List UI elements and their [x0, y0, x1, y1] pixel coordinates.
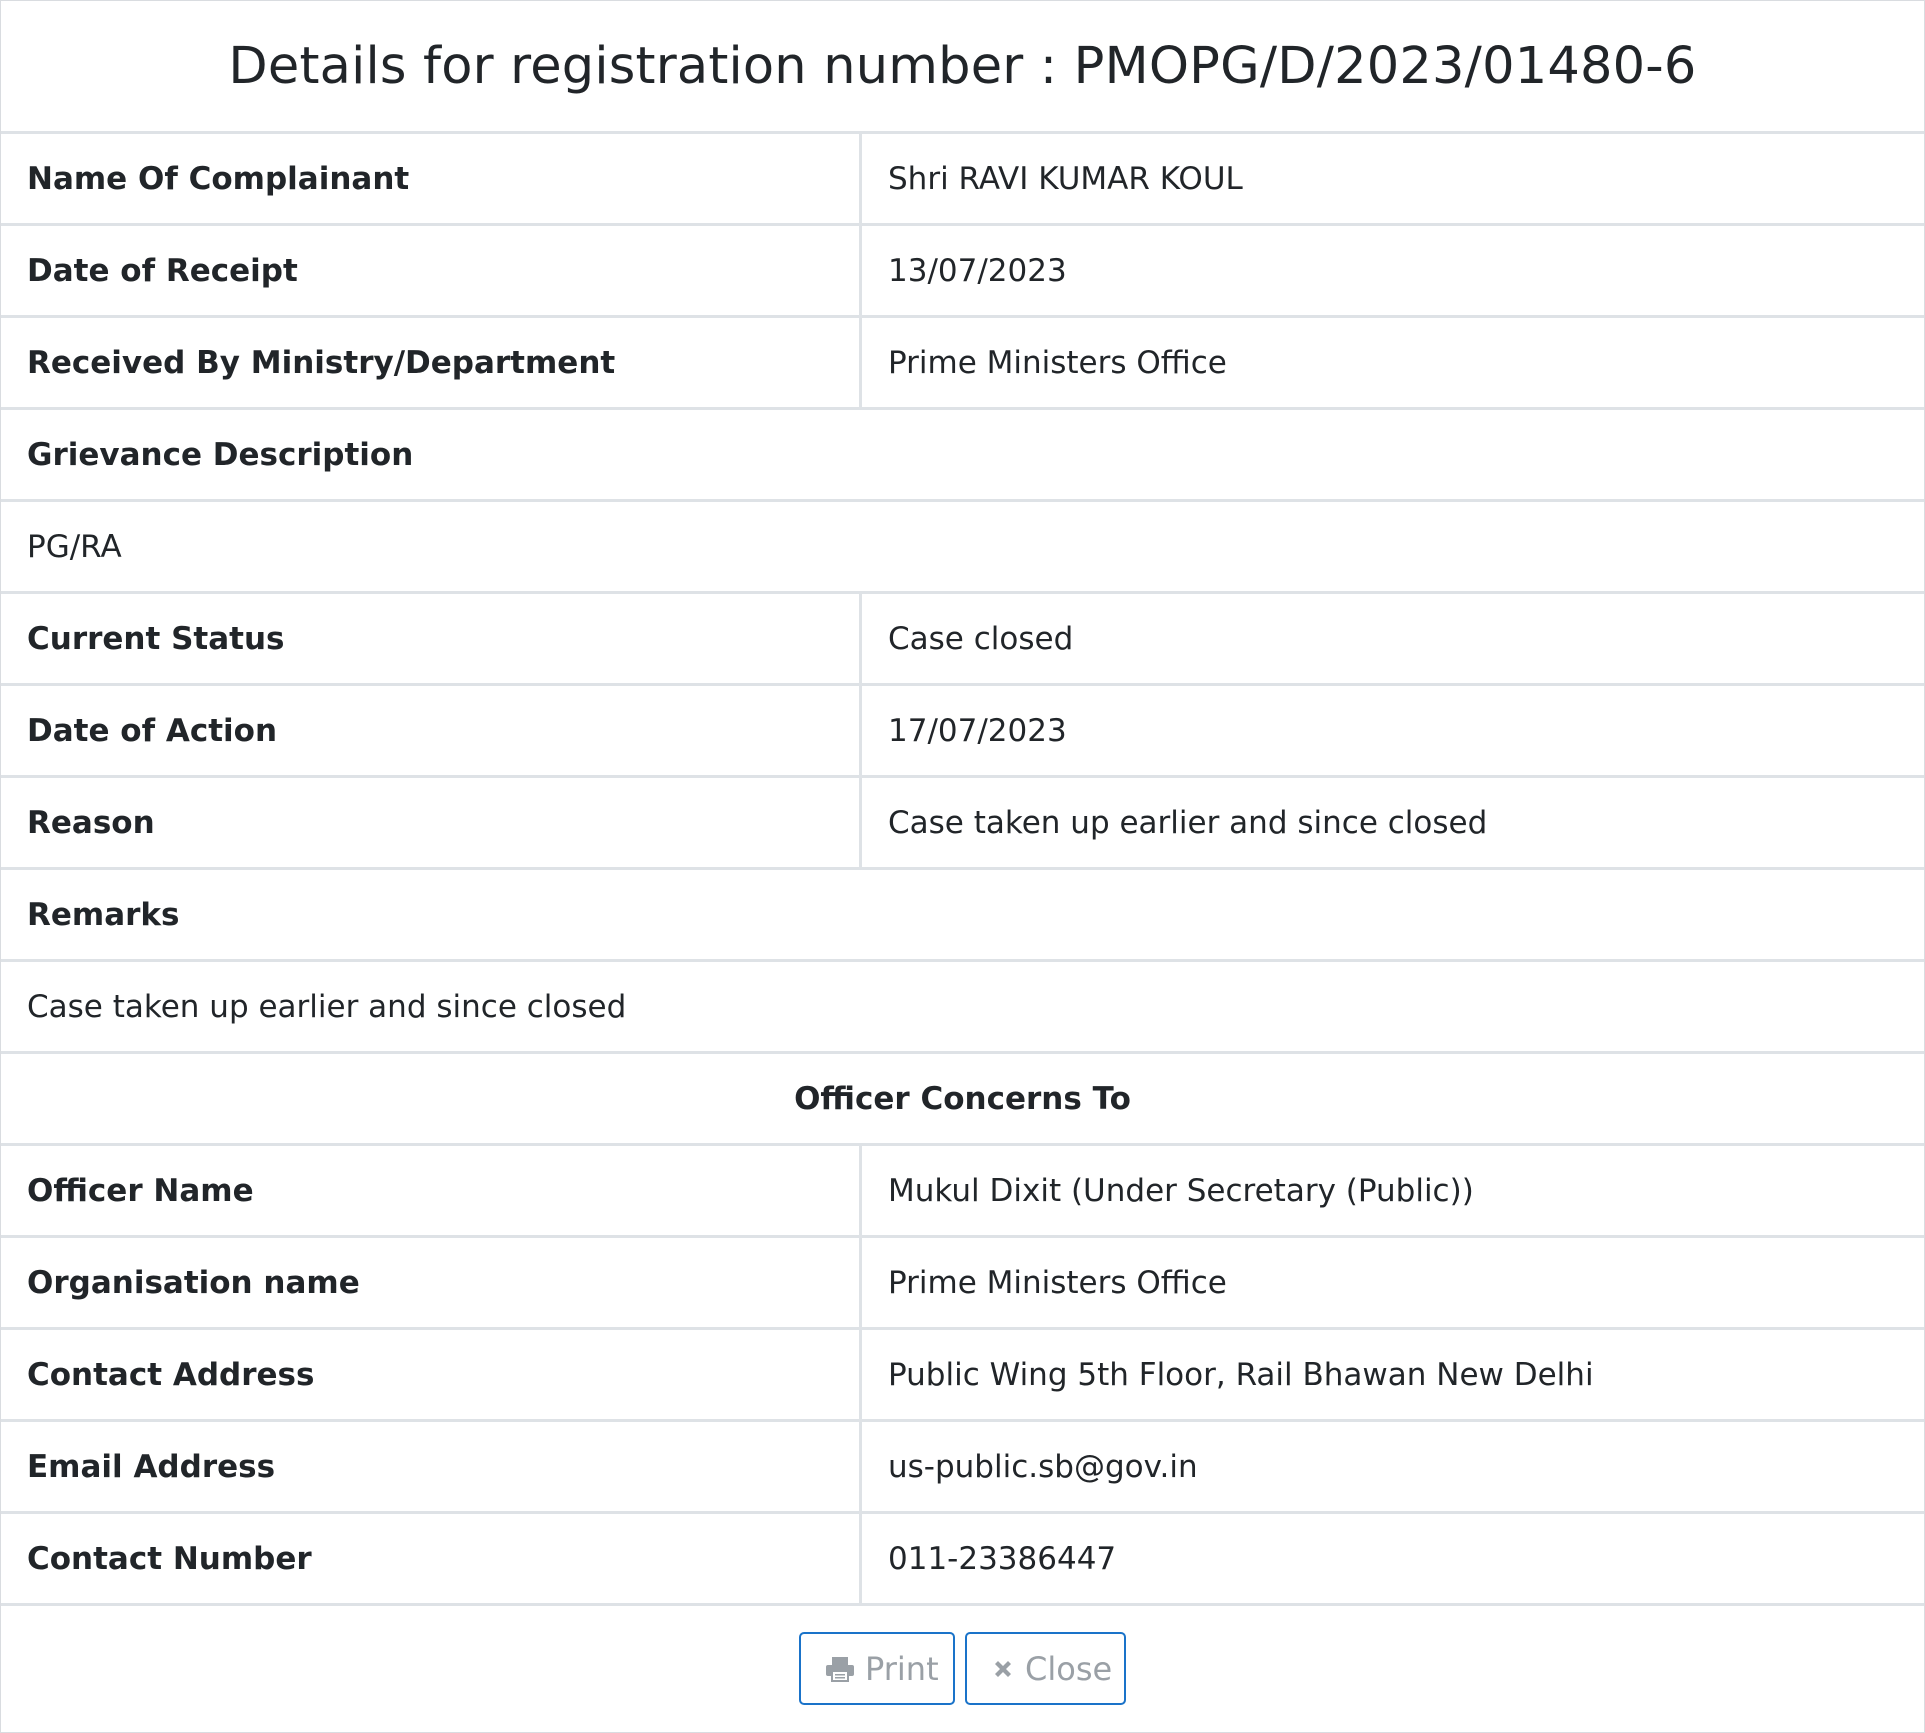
- reason-label: Reason: [1, 778, 862, 867]
- row-name-of-complainant: Name Of Complainant Shri RAVI KUMAR KOUL: [1, 134, 1924, 226]
- row-email-address: Email Address us-public.sb@gov.in: [1, 1422, 1924, 1514]
- remarks-value: Case taken up earlier and since closed: [27, 988, 627, 1025]
- current-status-value: Case closed: [888, 620, 1074, 657]
- close-button[interactable]: Close: [965, 1632, 1126, 1705]
- contact-number-value: 011-23386447: [888, 1540, 1117, 1577]
- print-button[interactable]: Print: [799, 1632, 955, 1705]
- name-of-complainant-value: Shri RAVI KUMAR KOUL: [888, 160, 1243, 197]
- row-remarks-heading: Remarks: [1, 870, 1924, 962]
- grievance-details-panel: Details for registration number : PMOPG/…: [0, 0, 1925, 1733]
- row-date-of-receipt: Date of Receipt 13/07/2023: [1, 226, 1924, 318]
- printer-icon: [825, 1656, 855, 1682]
- organisation-name-label: Organisation name: [1, 1238, 862, 1327]
- officer-name-value: Mukul Dixit (Under Secretary (Public)): [888, 1172, 1474, 1209]
- row-remarks-value: Case taken up earlier and since closed: [1, 962, 1924, 1054]
- officer-name-label: Officer Name: [1, 1146, 862, 1235]
- title-row: Details for registration number : PMOPG/…: [1, 1, 1924, 134]
- contact-address-value: Public Wing 5th Floor, Rail Bhawan New D…: [888, 1356, 1594, 1393]
- close-button-label: Close: [1025, 1649, 1113, 1688]
- row-officer-name: Officer Name Mukul Dixit (Under Secretar…: [1, 1146, 1924, 1238]
- row-reason: Reason Case taken up earlier and since c…: [1, 778, 1924, 870]
- print-button-label: Print: [865, 1649, 939, 1688]
- date-of-receipt-value: 13/07/2023: [888, 252, 1067, 289]
- date-of-action-label: Date of Action: [1, 686, 862, 775]
- name-of-complainant-label: Name Of Complainant: [1, 134, 862, 223]
- row-received-by: Received By Ministry/Department Prime Mi…: [1, 318, 1924, 410]
- current-status-label: Current Status: [1, 594, 862, 683]
- officer-section-heading: Officer Concerns To: [794, 1080, 1131, 1117]
- button-bar: Print Close: [1, 1606, 1924, 1731]
- row-grievance-description-value: PG/RA: [1, 502, 1924, 594]
- row-officer-heading: Officer Concerns To: [1, 1054, 1924, 1146]
- email-address-value: us-public.sb@gov.in: [888, 1448, 1198, 1485]
- date-of-action-value: 17/07/2023: [888, 712, 1067, 749]
- grievance-description-value: PG/RA: [27, 528, 122, 565]
- row-contact-address: Contact Address Public Wing 5th Floor, R…: [1, 1330, 1924, 1422]
- page-title: Details for registration number : PMOPG/…: [228, 36, 1697, 96]
- contact-number-label: Contact Number: [1, 1514, 862, 1603]
- reason-value: Case taken up earlier and since closed: [888, 804, 1488, 841]
- date-of-receipt-label: Date of Receipt: [1, 226, 862, 315]
- organisation-name-value: Prime Ministers Office: [888, 1264, 1227, 1301]
- row-organisation-name: Organisation name Prime Ministers Office: [1, 1238, 1924, 1330]
- received-by-value: Prime Ministers Office: [888, 344, 1227, 381]
- close-icon: [991, 1657, 1015, 1681]
- remarks-label: Remarks: [27, 896, 180, 933]
- row-date-of-action: Date of Action 17/07/2023: [1, 686, 1924, 778]
- row-contact-number: Contact Number 011-23386447: [1, 1514, 1924, 1606]
- email-address-label: Email Address: [1, 1422, 862, 1511]
- row-current-status: Current Status Case closed: [1, 594, 1924, 686]
- contact-address-label: Contact Address: [1, 1330, 862, 1419]
- grievance-description-label: Grievance Description: [27, 436, 414, 473]
- row-grievance-description-heading: Grievance Description: [1, 410, 1924, 502]
- received-by-label: Received By Ministry/Department: [1, 318, 862, 407]
